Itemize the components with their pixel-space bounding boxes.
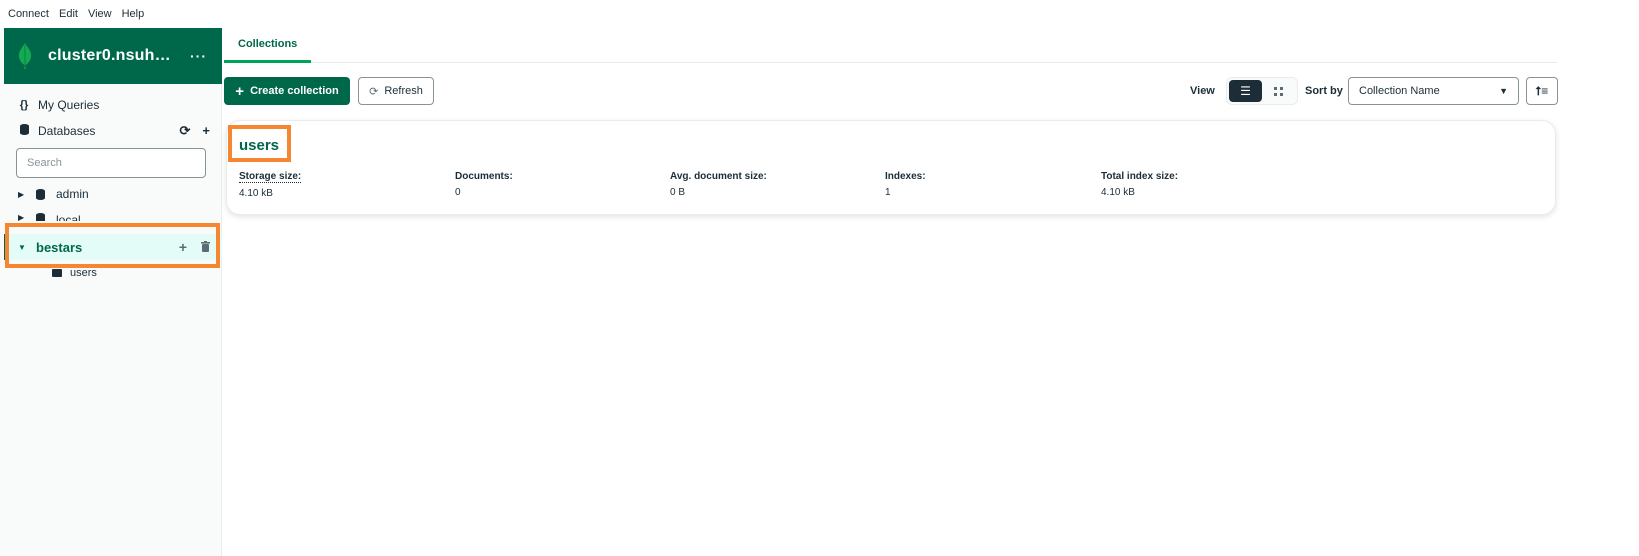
sidebar-search-input[interactable]: Search — [16, 148, 206, 178]
connection-name: cluster0.nsuha2... — [48, 47, 178, 64]
main-panel: Collections + Create collection ⟳ Refres… — [222, 28, 1639, 556]
database-name: bestars — [36, 239, 83, 255]
create-collection-button[interactable]: + Create collection — [224, 77, 350, 105]
mongodb-leaf-icon — [18, 43, 32, 69]
add-database-icon[interactable]: + — [202, 123, 210, 139]
more-options-icon[interactable]: ··· — [190, 48, 207, 64]
stat-value: 4.10 kB — [239, 188, 273, 199]
active-indicator — [4, 234, 7, 260]
view-toggle: ☰ — [1226, 77, 1298, 105]
list-view-icon[interactable]: ☰ — [1229, 80, 1262, 102]
plus-icon: + — [235, 82, 245, 100]
stat-indexes: Indexes: 1 — [885, 171, 926, 198]
refresh-icon: ⟳ — [369, 85, 379, 98]
menu-edit[interactable]: Edit — [59, 8, 78, 20]
sort-by-value: Collection Name — [1359, 85, 1440, 97]
refresh-label: Refresh — [384, 85, 423, 97]
stat-value: 4.10 kB — [1101, 187, 1135, 198]
tab-bar: Collections — [224, 28, 1557, 63]
view-label: View — [1190, 85, 1215, 97]
stat-avg-document-size: Avg. document size: 0 B — [670, 171, 767, 198]
stat-total-index-size: Total index size: 4.10 kB — [1101, 171, 1178, 198]
database-icon — [36, 188, 48, 200]
my-queries-label: My Queries — [38, 98, 100, 112]
collection-item-users[interactable]: users — [52, 264, 97, 282]
connection-header[interactable]: cluster0.nsuha2... ··· — [4, 28, 222, 84]
collection-name: users — [70, 267, 97, 279]
stat-label: Total index size: — [1101, 171, 1179, 182]
stat-value: 0 B — [670, 187, 686, 198]
create-collection-label: Create collection — [250, 85, 339, 97]
databases-label: Databases — [38, 124, 96, 138]
stat-storage-size: Storage size: 4.10 kB — [239, 171, 302, 199]
tab-collections[interactable]: Collections — [224, 28, 312, 63]
menu-bar: Connect Edit View Help — [0, 0, 1639, 28]
menu-view[interactable]: View — [88, 8, 112, 20]
stat-label: Avg. document size: — [670, 171, 767, 182]
caret-down-icon[interactable]: ▼ — [18, 243, 28, 252]
trash-icon[interactable] — [201, 239, 210, 255]
sidebar-item-my-queries[interactable]: {} My Queries — [4, 92, 222, 118]
sidebar: cluster0.nsuha2... ··· {} My Queries Dat… — [0, 28, 222, 556]
stat-label: Indexes: — [885, 171, 926, 182]
stat-documents: Documents: 0 — [455, 171, 513, 198]
grid-view-icon[interactable] — [1262, 80, 1295, 102]
stat-value: 1 — [885, 187, 891, 198]
sort-by-select[interactable]: Collection Name ▼ — [1348, 77, 1519, 105]
stat-value: 0 — [455, 187, 461, 198]
database-name: admin — [56, 187, 89, 201]
database-item-bestars[interactable]: ▼ bestars + — [4, 234, 222, 260]
collection-card-users[interactable]: users Storage size: 4.10 kB Documents: 0… — [226, 120, 1556, 215]
database-item-admin[interactable]: ▶ admin — [4, 181, 222, 207]
caret-right-icon[interactable]: ▶ — [18, 213, 28, 221]
caret-down-icon: ▼ — [1499, 86, 1508, 96]
stat-label: Documents: — [455, 171, 513, 182]
menu-connect[interactable]: Connect — [8, 8, 49, 20]
menu-help[interactable]: Help — [122, 8, 145, 20]
add-collection-icon[interactable]: + — [179, 239, 187, 255]
database-icon — [36, 213, 48, 221]
sort-ascending-icon: ⭡≡ — [1535, 83, 1549, 98]
caret-right-icon[interactable]: ▶ — [18, 190, 28, 199]
sidebar-item-databases[interactable]: Databases ⟳ + — [4, 118, 222, 144]
sort-direction-button[interactable]: ⭡≡ — [1526, 77, 1558, 105]
refresh-databases-icon[interactable]: ⟳ — [180, 123, 191, 139]
database-icon — [16, 124, 32, 138]
refresh-button[interactable]: ⟳ Refresh — [358, 77, 434, 105]
folder-icon — [52, 269, 62, 277]
sort-by-label: Sort by — [1305, 85, 1343, 97]
braces-icon: {} — [19, 99, 29, 111]
collection-card-title[interactable]: users — [239, 137, 279, 154]
stat-label: Storage size: — [239, 171, 302, 183]
collections-toolbar: + Create collection ⟳ Refresh View ☰ Sor… — [224, 77, 1558, 107]
database-item-local[interactable]: ▶ local — [4, 207, 222, 221]
database-name: local — [56, 213, 81, 221]
